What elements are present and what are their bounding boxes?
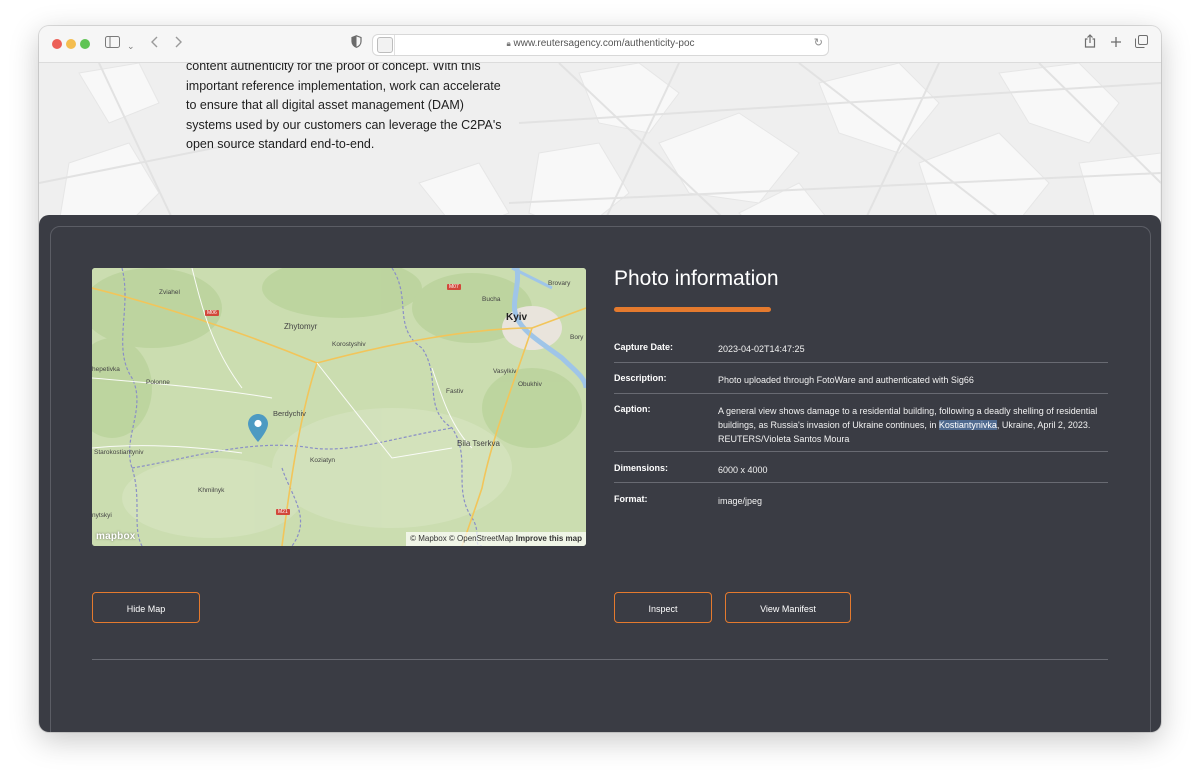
url-text: www.reutersagency.com/authenticity-poc <box>513 38 695 49</box>
info-row-description: Description: Photo uploaded through Foto… <box>614 373 1108 394</box>
hide-map-button[interactable]: Hide Map <box>92 592 200 623</box>
map-label-berdychiv: Berdychiv <box>273 409 306 418</box>
improve-map-link[interactable]: Improve this map <box>516 534 582 543</box>
info-row-capture-date: Capture Date: 2023-04-02T14:47:25 <box>614 342 1108 363</box>
photo-info-title: Photo information <box>614 267 779 290</box>
map-label-bory: Bory <box>570 334 584 341</box>
browser-toolbar: ⌄ 🔒︎ www.reutersagency.com/authenticity-… <box>39 26 1161 63</box>
share-icon[interactable] <box>1084 34 1096 54</box>
info-row-dimensions: Dimensions: 6000 x 4000 <box>614 463 1108 483</box>
map-label-nytskyi: nytskyi <box>92 512 112 519</box>
info-value: Photo uploaded through FotoWare and auth… <box>718 375 974 385</box>
section-divider <box>92 659 1108 660</box>
map-attribution: © Mapbox © OpenStreetMap Improve this ma… <box>406 532 586 546</box>
chevron-down-icon[interactable]: ⌄ <box>127 36 135 56</box>
map-label-shepetivka: hepetivka <box>92 366 120 373</box>
hero-section: content authenticity for the proof of co… <box>39 63 1161 233</box>
map-label-bila-tserkva: Bila Tserkva <box>457 439 500 448</box>
info-value-caption: A general view shows damage to a residen… <box>718 404 1108 446</box>
map-canvas <box>92 268 586 546</box>
close-window-button[interactable] <box>52 39 62 49</box>
location-map[interactable]: Kyiv Zviahel Zhytomyr Korostyshiv Bucha … <box>92 268 586 546</box>
map-label-zhytomyr: Zhytomyr <box>284 322 318 331</box>
info-value: 6000 x 4000 <box>718 465 768 475</box>
hero-paragraph: content authenticity for the proof of co… <box>186 63 502 151</box>
info-key: Capture Date: <box>614 342 674 352</box>
info-row-caption: Caption: A general view shows damage to … <box>614 404 1108 452</box>
url-display: 🔒︎ www.reutersagency.com/authenticity-po… <box>373 38 828 49</box>
lock-icon: 🔒︎ <box>506 39 511 48</box>
road-badge-m06: M06 <box>205 310 219 316</box>
map-label-starokostiantyniv: Starokostiantyniv <box>94 449 144 456</box>
back-icon[interactable] <box>150 34 158 54</box>
map-label-korostyshiv: Korostyshiv <box>332 341 366 348</box>
location-pin-icon[interactable] <box>248 414 268 442</box>
photo-info-panel: Kyiv Zviahel Zhytomyr Korostyshiv Bucha … <box>39 215 1161 732</box>
map-label-fastiv: Fastiv <box>446 388 464 395</box>
caption-selection[interactable]: Kostiantynivka <box>938 420 997 430</box>
title-accent-bar <box>614 307 771 312</box>
sidebar-icon[interactable] <box>105 34 120 54</box>
browser-window: ⌄ 🔒︎ www.reutersagency.com/authenticity-… <box>39 26 1161 732</box>
inspect-button[interactable]: Inspect <box>614 592 712 623</box>
map-label-zviahel: Zviahel <box>159 289 180 296</box>
map-label-brovary: Brovary <box>548 280 571 287</box>
info-value: 2023-04-02T14:47:25 <box>718 344 805 354</box>
info-key: Format: <box>614 494 648 504</box>
forward-icon[interactable] <box>175 34 183 54</box>
address-bar[interactable]: 🔒︎ www.reutersagency.com/authenticity-po… <box>372 34 829 56</box>
info-value: image/jpeg <box>718 496 763 506</box>
info-key: Caption: <box>614 404 651 414</box>
map-label-kyiv: Kyiv <box>506 312 528 323</box>
info-row-format: Format: image/jpeg <box>614 494 1108 514</box>
map-label-khmilnyk: Khmilnyk <box>198 487 225 494</box>
info-key: Description: <box>614 373 667 383</box>
mapbox-logo[interactable]: mapbox <box>96 531 136 542</box>
road-badge-m21: M21 <box>276 509 290 515</box>
plus-icon[interactable] <box>1110 34 1122 54</box>
map-label-vasylkiv: Vasylkiv <box>493 368 517 375</box>
reload-icon[interactable]: ↻ <box>814 36 823 49</box>
minimize-window-button[interactable] <box>66 39 76 49</box>
shield-icon[interactable] <box>351 34 362 54</box>
map-label-koziatyn: Koziatyn <box>310 457 335 464</box>
map-label-bucha: Bucha <box>482 296 501 303</box>
road-badge-m07: M07 <box>447 284 461 290</box>
map-label-obukhiv: Obukhiv <box>518 381 542 388</box>
tabs-icon[interactable] <box>1135 34 1148 54</box>
view-manifest-button[interactable]: View Manifest <box>725 592 851 623</box>
attribution-text[interactable]: © Mapbox © OpenStreetMap <box>410 534 513 543</box>
info-key: Dimensions: <box>614 463 669 473</box>
zoom-window-button[interactable] <box>80 39 90 49</box>
map-label-polonne: Polonne <box>146 379 170 386</box>
